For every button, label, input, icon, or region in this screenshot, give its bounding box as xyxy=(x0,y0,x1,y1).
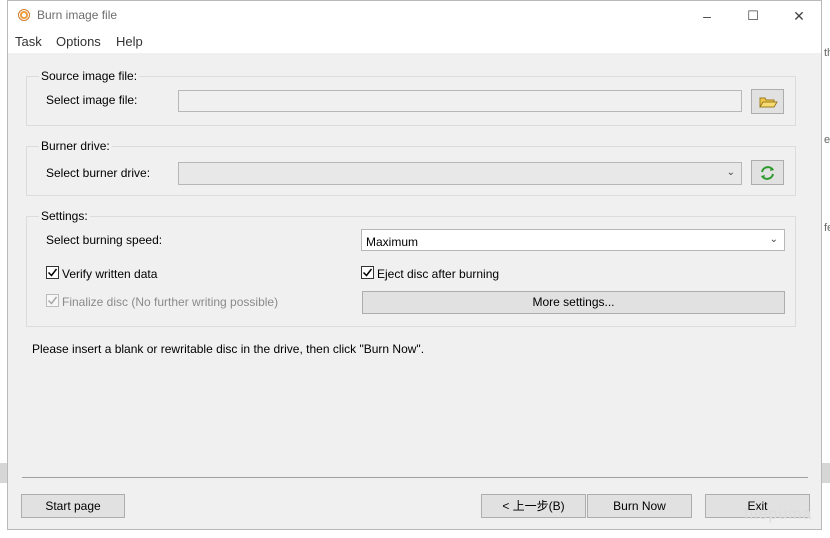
verify-data-label: Verify written data xyxy=(62,267,158,281)
eject-disc-label: Eject disc after burning xyxy=(377,267,500,281)
menu-task[interactable]: Task xyxy=(15,34,42,49)
verify-data-checkbox[interactable] xyxy=(46,266,59,279)
eject-disc-checkbox[interactable] xyxy=(361,266,374,279)
finalize-disc-checkbox xyxy=(46,294,59,307)
more-settings-button[interactable]: More settings... xyxy=(362,291,785,314)
checkmark-icon xyxy=(362,268,373,277)
background-strip xyxy=(822,463,830,483)
burning-speed-label: Select burning speed: xyxy=(46,233,163,247)
minimize-button[interactable]: – xyxy=(692,5,722,27)
chevron-down-icon: ⌄ xyxy=(726,167,735,178)
menu-help[interactable]: Help xyxy=(116,34,143,49)
window-title: Burn image file xyxy=(37,8,118,22)
refresh-drives-button[interactable] xyxy=(751,160,784,185)
footer-separator xyxy=(22,477,808,478)
disc-burn-app-icon xyxy=(18,9,30,21)
start-page-button[interactable]: Start page xyxy=(21,494,125,518)
checkmark-icon xyxy=(47,268,58,277)
browse-image-button[interactable] xyxy=(751,89,784,114)
title-bar: Burn image file – ☐ ✕ xyxy=(8,1,821,31)
burn-image-window: Burn image file – ☐ ✕ Task Options Help … xyxy=(7,0,822,530)
status-message: Please insert a blank or rewritable disc… xyxy=(32,342,425,356)
background-text-fragment: fe xyxy=(824,222,830,234)
background-text-fragment: e xyxy=(824,134,830,146)
image-file-input[interactable] xyxy=(178,90,742,112)
folder-open-icon xyxy=(759,97,778,108)
source-image-group-title: Source image file: xyxy=(39,69,140,83)
chevron-down-icon: ⌄ xyxy=(769,234,778,245)
burning-speed-value: Maximum xyxy=(366,235,419,249)
select-image-file-label: Select image file: xyxy=(46,93,138,107)
checkmark-icon xyxy=(47,296,58,305)
background-text-fragment: th xyxy=(824,47,830,59)
menu-options[interactable]: Options xyxy=(56,34,101,49)
select-burner-drive-label: Select burner drive: xyxy=(46,166,151,180)
finalize-disc-label: Finalize disc (No further writing possib… xyxy=(62,295,279,309)
burner-drive-group-title: Burner drive: xyxy=(39,139,112,153)
burning-speed-dropdown[interactable]: Maximum ⌄ xyxy=(361,229,785,251)
burn-now-button[interactable]: Burn Now xyxy=(587,494,692,518)
settings-group-title: Settings: xyxy=(39,209,90,223)
menu-bar: Task Options Help xyxy=(8,31,821,53)
back-button[interactable]: < 上一步(B) xyxy=(481,494,586,518)
background-strip xyxy=(0,463,7,483)
watermark-logo: filepuma xyxy=(744,506,813,523)
burner-drive-dropdown[interactable]: ⌄ xyxy=(178,162,742,185)
maximize-button[interactable]: ☐ xyxy=(738,5,768,27)
refresh-icon xyxy=(761,166,774,180)
close-button[interactable]: ✕ xyxy=(784,5,814,27)
